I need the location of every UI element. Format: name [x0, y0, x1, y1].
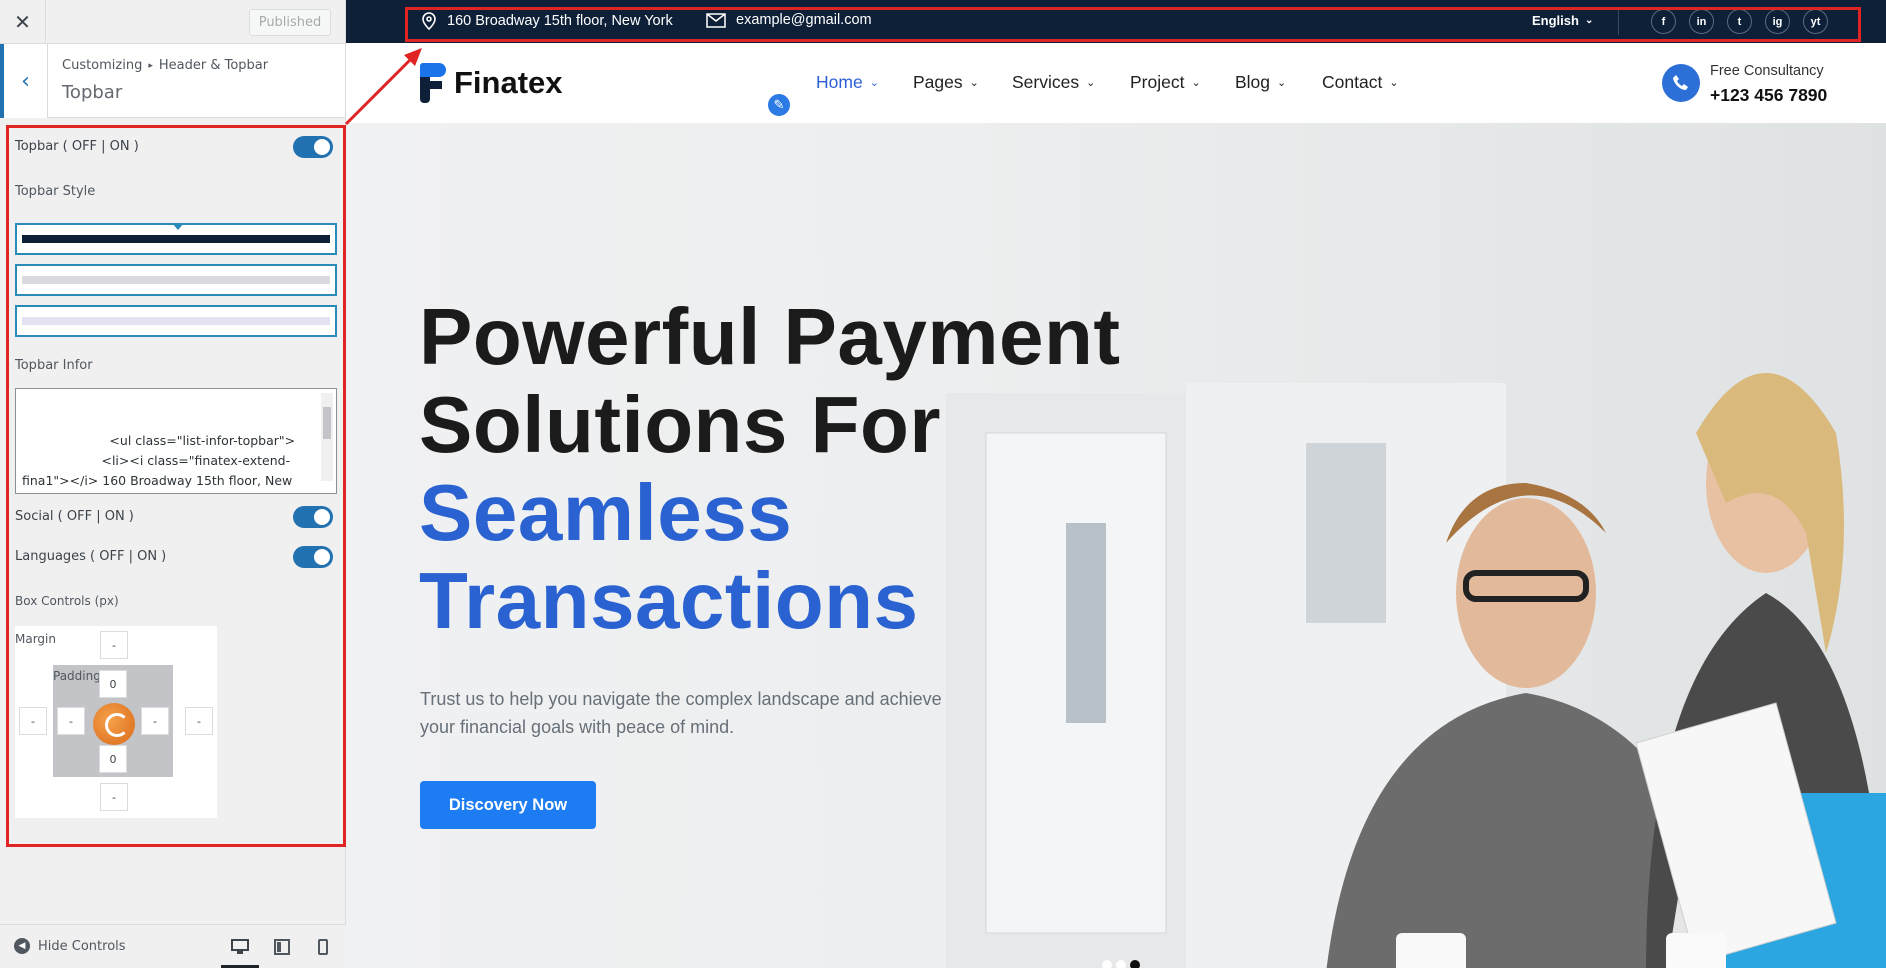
- hero-title-line-1: Powerful Payment: [419, 292, 1121, 381]
- languages-toggle-label: Languages ( OFF | ON ): [15, 549, 167, 564]
- slider-dot[interactable]: [1102, 960, 1112, 968]
- topbar-style-preview-lavender: [22, 317, 330, 325]
- margin-left-input[interactable]: -: [19, 707, 47, 735]
- margin-top-input[interactable]: -: [100, 631, 128, 659]
- nav-home[interactable]: Home ⌄: [816, 72, 879, 93]
- padding-box: Padding 0 - - 0: [53, 665, 173, 777]
- topbar: 160 Broadway 15th floor, New York exampl…: [346, 0, 1886, 43]
- logo-text: Finatex: [454, 65, 563, 100]
- breadcrumb-section: Header & Topbar: [158, 58, 269, 73]
- publish-button[interactable]: Published: [249, 9, 331, 36]
- nav-label: Services: [1012, 72, 1080, 92]
- breadcrumb-root: Customizing: [62, 58, 143, 73]
- hero-people-photo: [946, 373, 1886, 968]
- main-navbar: Finatex ✎ Home ⌄ Pages ⌄ Services ⌄ Project…: [346, 43, 1886, 123]
- topbar-style-option-2[interactable]: [15, 264, 337, 296]
- nav-label: Contact: [1322, 72, 1383, 92]
- mobile-preview-icon[interactable]: [313, 937, 333, 957]
- box-controls-label: Box Controls (px): [15, 594, 119, 608]
- back-icon[interactable]: ‹: [0, 44, 48, 118]
- site-preview: 160 Broadway 15th floor, New York exampl…: [346, 0, 1886, 968]
- chevron-down-icon: ⌄: [1191, 77, 1201, 89]
- topbar-style-preview-gray: [22, 276, 330, 284]
- phone-icon[interactable]: [1662, 64, 1700, 102]
- customizer-header: ✕ Published: [0, 0, 345, 44]
- social-toggle[interactable]: [293, 506, 333, 528]
- nav-label: Home: [816, 72, 863, 92]
- nav-label: Pages: [913, 72, 963, 92]
- chevron-down-icon: ⌄: [1389, 77, 1399, 89]
- topbar-infor-value: <ul class="list-infor-topbar"> <li><i cl…: [22, 433, 296, 488]
- edit-shortcut-pencil-icon[interactable]: ✎: [766, 92, 792, 118]
- logo-mark-icon: [420, 63, 446, 103]
- hide-controls-label: Hide Controls: [38, 938, 126, 954]
- topbar-toggle[interactable]: [293, 136, 333, 158]
- tablet-preview-icon[interactable]: [272, 937, 292, 957]
- nav-services[interactable]: Services ⌄: [1012, 72, 1095, 93]
- close-icon[interactable]: ✕: [0, 0, 46, 44]
- collapse-icon: ◀: [14, 938, 30, 954]
- padding-bottom-input[interactable]: 0: [99, 745, 127, 773]
- nav-label: Project: [1130, 72, 1185, 92]
- topbar-controls-panel: Topbar ( OFF | ON ) Topbar Style Topbar …: [6, 125, 346, 847]
- padding-top-input[interactable]: 0: [99, 670, 127, 698]
- margin-right-input[interactable]: -: [185, 707, 213, 735]
- chevron-down-icon: ⌄: [869, 77, 879, 89]
- languages-toggle[interactable]: [293, 546, 333, 568]
- box-controls-widget: Margin - - - - Padding 0 - - 0: [15, 626, 217, 818]
- consultancy-phone[interactable]: +123 456 7890: [1710, 85, 1827, 106]
- nav-pages[interactable]: Pages ⌄: [913, 72, 979, 93]
- customizer-footer: ◀ Hide Controls: [0, 924, 346, 968]
- padding-label: Padding: [53, 669, 101, 683]
- chevron-down-icon: ⌄: [969, 77, 979, 89]
- desktop-preview-icon[interactable]: [221, 937, 259, 968]
- customizer-sidebar: ✕ Published ‹ Customizing ▸ Header & Topba…: [0, 0, 346, 968]
- textarea-scrollbar[interactable]: [321, 393, 333, 481]
- hero-title-line-4: Transactions: [419, 556, 919, 645]
- topbar-toggle-label: Topbar ( OFF | ON ): [15, 139, 139, 154]
- topbar-style-label: Topbar Style: [15, 184, 96, 199]
- hero-description: Trust us to help you navigate the comple…: [420, 689, 942, 737]
- hide-controls-button[interactable]: ◀ Hide Controls: [14, 938, 126, 954]
- discovery-now-button[interactable]: Discovery Now: [420, 781, 596, 829]
- breadcrumb: Customizing ▸ Header & Topbar: [62, 58, 268, 73]
- slider-dot-active[interactable]: [1130, 960, 1140, 968]
- section-title: Topbar: [62, 82, 123, 103]
- padding-left-input[interactable]: -: [57, 707, 85, 735]
- chevron-down-icon: ⌄: [1086, 77, 1096, 89]
- topbar-style-option-3[interactable]: [15, 305, 337, 337]
- nav-project[interactable]: Project ⌄: [1130, 72, 1201, 93]
- slider-dot[interactable]: [1116, 960, 1126, 968]
- nav-blog[interactable]: Blog ⌄: [1235, 72, 1286, 93]
- site-logo[interactable]: Finatex: [420, 63, 563, 103]
- hero-title-line-2: Solutions For: [419, 380, 942, 469]
- section-header: ‹ Customizing ▸ Header & Topbar Topbar: [0, 44, 345, 118]
- nav-contact[interactable]: Contact ⌄: [1322, 72, 1399, 93]
- margin-bottom-input[interactable]: -: [100, 783, 128, 811]
- hero-title-line-3: Seamless: [419, 468, 793, 557]
- topbar-infor-label: Topbar Infor: [15, 358, 93, 373]
- consultancy-label: Free Consultancy: [1710, 63, 1824, 79]
- margin-label: Margin: [15, 632, 56, 646]
- nav-label: Blog: [1235, 72, 1271, 92]
- topbar-style-preview-dark: [22, 235, 330, 243]
- padding-right-input[interactable]: -: [141, 707, 169, 735]
- annotation-highlight-topbar: [405, 7, 1861, 42]
- breadcrumb-separator-icon: ▸: [148, 61, 153, 71]
- plugin-logo-icon: [93, 703, 135, 745]
- topbar-style-option-1[interactable]: [15, 223, 337, 255]
- social-toggle-label: Social ( OFF | ON ): [15, 509, 134, 524]
- chevron-down-icon: ⌄: [1277, 77, 1287, 89]
- topbar-infor-textarea[interactable]: <ul class="list-infor-topbar"> <li><i cl…: [15, 388, 337, 494]
- hero-section: Powerful Payment Solutions For Seamless …: [346, 123, 1886, 968]
